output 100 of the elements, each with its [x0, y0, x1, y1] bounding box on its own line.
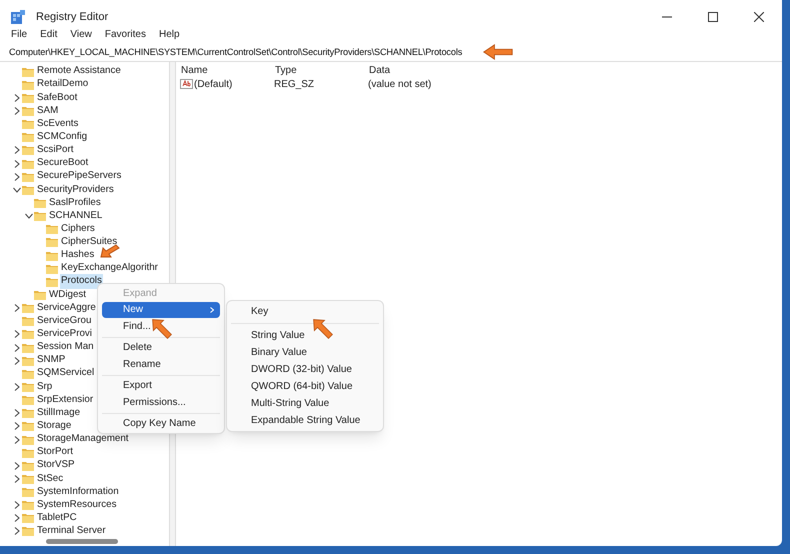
menu-item[interactable]: Find... [102, 318, 220, 334]
tree-item[interactable]: StorageManagement [36, 432, 130, 447]
tree-item[interactable]: Storage [36, 419, 72, 434]
expand-chevron-icon[interactable] [13, 514, 21, 522]
expand-chevron-icon[interactable] [13, 304, 21, 312]
folder-icon [22, 66, 34, 77]
expand-chevron-icon[interactable] [13, 106, 21, 115]
menu-item[interactable]: Permissions... [102, 394, 220, 410]
tree-item[interactable]: SCMConfig [36, 130, 88, 145]
arrow-icon [312, 318, 334, 340]
tree-item[interactable]: Remote Assistance [36, 64, 122, 79]
tree-item[interactable]: StillImage [36, 406, 82, 421]
menu-item[interactable]: View [70, 26, 92, 42]
tree-item[interactable]: StorPort [36, 445, 74, 460]
tree-item[interactable]: SAM [36, 104, 60, 118]
expand-chevron-icon[interactable] [13, 527, 21, 536]
tree-item[interactable]: Terminal Server [36, 524, 107, 539]
folder-icon [22, 395, 34, 406]
menu-item[interactable]: String Value [231, 327, 379, 344]
expand-chevron-icon[interactable] [13, 146, 21, 154]
expand-chevron-icon[interactable] [13, 422, 21, 430]
horizontal-scrollbar[interactable] [46, 539, 118, 544]
tree-item[interactable]: SafeBoot [36, 90, 78, 106]
table-cell-text: (Default) [194, 78, 232, 92]
tree-item[interactable]: ServiceGrou [36, 314, 92, 329]
menu-item[interactable]: Expandable String Value [231, 412, 379, 429]
folder-icon [46, 237, 58, 248]
expand-chevron-icon[interactable] [13, 356, 21, 365]
tree-item[interactable]: WDigest [48, 288, 88, 302]
collapse-chevron-icon[interactable] [25, 212, 33, 220]
menu-item[interactable]: QWORD (64-bit) Value [231, 378, 379, 395]
folder-icon [22, 356, 34, 366]
close-icon [754, 12, 764, 22]
tree-item[interactable]: SNMP [36, 353, 66, 368]
menu-item[interactable]: Multi-String Value [231, 395, 379, 412]
tree-item[interactable]: SecureBoot [36, 156, 90, 171]
registry-app-icon [10, 9, 26, 25]
tree-item[interactable]: Hashes [60, 248, 96, 263]
menu-item[interactable]: Binary Value [231, 344, 379, 361]
table-cell: REG_SZ [274, 78, 314, 90]
tree-item[interactable]: SystemInformation [36, 484, 120, 500]
tree-item[interactable]: SaslProfiles [48, 196, 102, 210]
tree-item[interactable]: SQMServicel [36, 366, 96, 382]
expand-chevron-icon[interactable] [13, 160, 21, 168]
expand-chevron-icon[interactable] [13, 436, 21, 444]
folder-icon [22, 316, 34, 326]
tree-item[interactable]: Session Man [36, 340, 95, 355]
folder-icon [22, 92, 34, 103]
tree-item[interactable]: SrpExtensior [36, 392, 94, 408]
tree-item[interactable]: Ciphers [60, 222, 96, 237]
expand-chevron-icon[interactable] [13, 501, 21, 510]
folder-icon [22, 80, 34, 90]
expand-chevron-icon[interactable] [13, 409, 21, 418]
tree-item[interactable]: StSec [36, 472, 64, 486]
arrow-icon [482, 43, 514, 61]
menu-item[interactable]: File [11, 26, 28, 42]
column-header[interactable]: Type [275, 64, 297, 76]
tree-item[interactable]: TabletPC [36, 511, 78, 526]
tree-item[interactable]: SecurePipeServers [36, 169, 122, 184]
expand-chevron-icon[interactable] [13, 462, 21, 470]
menu-item[interactable]: Help [158, 26, 180, 42]
tree-item[interactable]: ScEvents [36, 116, 80, 132]
menu-item[interactable]: DWORD (32-bit) Value [231, 361, 379, 378]
folder-icon [22, 106, 34, 116]
menu-item[interactable]: Key [231, 303, 379, 320]
tree-item[interactable]: ScsiPort [36, 143, 74, 158]
folder-icon [22, 487, 34, 498]
tree-item[interactable]: CipherSuites [60, 235, 118, 250]
tree-item[interactable]: StorVSP [36, 458, 76, 474]
menu-item[interactable]: Edit [40, 26, 58, 42]
expand-chevron-icon[interactable] [13, 330, 21, 338]
folder-icon [34, 198, 46, 208]
folder-icon [22, 184, 34, 195]
tree-item[interactable]: SCHANNEL [48, 208, 104, 224]
menu-item[interactable]: Rename [102, 356, 220, 372]
menu-item[interactable]: Export [102, 378, 220, 394]
menu-item[interactable]: Delete [102, 340, 220, 356]
expand-chevron-icon[interactable] [13, 474, 21, 483]
folder-icon [22, 145, 34, 156]
tree-item[interactable]: SystemResources [36, 498, 118, 513]
tree-item[interactable]: Srp [36, 380, 54, 394]
column-header[interactable]: Data [369, 64, 390, 76]
expand-chevron-icon[interactable] [13, 94, 21, 102]
expand-chevron-icon[interactable] [13, 172, 21, 181]
column-header[interactable]: Name [181, 64, 208, 76]
menu-item[interactable]: Favorites [104, 26, 146, 42]
tree-item[interactable]: RetailDemo [36, 77, 90, 92]
expand-chevron-icon[interactable] [13, 344, 21, 352]
tree-item[interactable]: SecurityProviders [36, 182, 115, 198]
collapse-chevron-icon[interactable] [13, 186, 21, 194]
menu-item[interactable]: Copy Key Name [102, 416, 220, 432]
address-bar[interactable]: Computer\HKEY_LOCAL_MACHINE\SYSTEM\CurrentControlSet\Control\SecurityProviders\SCHANNEL\Protocols [9, 46, 462, 60]
folder-icon [22, 434, 34, 444]
tree-item[interactable]: Protocols [60, 274, 103, 290]
tree-item[interactable]: ServiceProvi [36, 327, 93, 342]
expand-chevron-icon[interactable] [13, 382, 21, 391]
tree-item[interactable]: ServiceAggre [36, 300, 97, 316]
folder-icon [22, 119, 34, 130]
tree-item[interactable]: KeyExchangeAlgorithr [60, 261, 159, 276]
menu-item[interactable]: New [102, 302, 220, 318]
